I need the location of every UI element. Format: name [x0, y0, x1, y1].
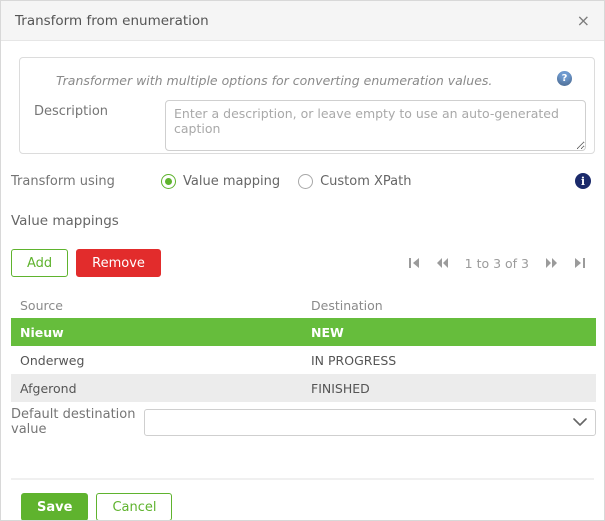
cancel-button[interactable]: Cancel [96, 493, 172, 521]
dialog-footer: Save Cancel [11, 480, 596, 521]
source-cell[interactable]: Nieuw [11, 325, 311, 340]
radio-icon[interactable] [161, 174, 176, 189]
table-row[interactable]: AfgerondFINISHED [11, 374, 596, 402]
transform-dialog: Transform from enumeration × Transformer… [0, 0, 605, 521]
value-mappings-toolbar: Add Remove 1 to 3 of 3 [11, 249, 596, 277]
first-page-icon[interactable] [408, 257, 420, 269]
next-page-icon[interactable] [545, 257, 558, 269]
radio-icon[interactable] [298, 174, 313, 189]
default-destination-select[interactable] [144, 409, 596, 436]
pagination-range: 1 to 3 of 3 [465, 256, 529, 271]
destination-cell[interactable]: FINISHED [311, 381, 596, 396]
transformer-info-group: Transformer with multiple options for co… [19, 57, 595, 154]
value-mappings-table-body: NieuwNEWOnderwegIN PROGRESSAfgerondFINIS… [11, 318, 596, 402]
table-header-row: Source Destination [11, 293, 596, 318]
value-mappings-heading: Value mappings [11, 213, 596, 229]
description-field[interactable] [165, 100, 586, 151]
chevron-down-icon [573, 418, 587, 427]
add-button[interactable]: Add [11, 249, 68, 277]
table-row[interactable]: NieuwNEW [11, 318, 596, 346]
close-icon[interactable]: × [577, 13, 590, 29]
radio-value-mapping[interactable]: Value mapping [161, 174, 280, 189]
transformer-hint: Transformer with multiple options for co… [56, 71, 492, 88]
default-destination-label: Default destination value [11, 407, 144, 437]
dialog-header: Transform from enumeration × [1, 1, 604, 41]
last-page-icon[interactable] [574, 257, 586, 269]
column-header-source[interactable]: Source [11, 298, 311, 313]
source-cell[interactable]: Onderweg [11, 353, 311, 368]
destination-cell[interactable]: IN PROGRESS [311, 353, 596, 368]
radio-custom-xpath[interactable]: Custom XPath [298, 174, 411, 189]
value-mappings-table: Source Destination NieuwNEWOnderwegIN PR… [11, 293, 596, 402]
save-button[interactable]: Save [21, 493, 88, 521]
source-cell[interactable]: Afgerond [11, 381, 311, 396]
description-label: Description [34, 100, 165, 151]
pagination: 1 to 3 of 3 [408, 256, 586, 271]
remove-button[interactable]: Remove [76, 249, 161, 277]
info-icon[interactable]: i [575, 173, 591, 189]
previous-page-icon[interactable] [436, 257, 449, 269]
default-destination-row: Default destination value [11, 407, 596, 437]
transform-using-label: Transform using [11, 174, 161, 189]
destination-cell[interactable]: NEW [311, 325, 596, 340]
dialog-title: Transform from enumeration [15, 13, 209, 29]
column-header-destination[interactable]: Destination [311, 298, 596, 313]
help-icon[interactable]: ? [557, 71, 572, 86]
transform-using-row: Transform using Value mapping Custom XPa… [11, 173, 596, 189]
dialog-body: Transformer with multiple options for co… [1, 57, 604, 521]
table-row[interactable]: OnderwegIN PROGRESS [11, 346, 596, 374]
